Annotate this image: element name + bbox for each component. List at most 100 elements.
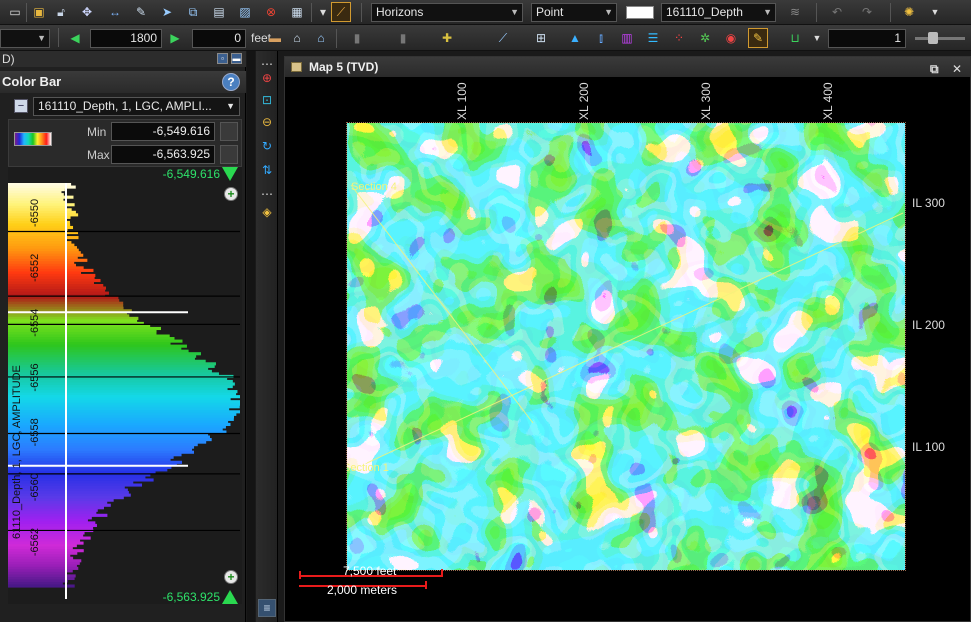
maximize-icon[interactable]: ▬ [231, 53, 242, 64]
point-select[interactable]: Point ▼ [531, 3, 617, 22]
mode-select[interactable]: ▼ [0, 29, 50, 48]
picture-icon[interactable]: ▦ [288, 3, 306, 21]
map-image[interactable] [347, 123, 906, 571]
layer-select-value: 161110_Depth [666, 5, 743, 19]
help-icon[interactable]: ? [222, 73, 240, 91]
ruler-tool-icon[interactable]: ⟋ [494, 29, 512, 47]
horizon-line-icon[interactable]: ⊔ [786, 29, 804, 47]
zoom-slider-thumb[interactable] [928, 32, 938, 44]
undo-icon[interactable]: ↶ [828, 3, 846, 21]
histogram-tick-label: -6552 [29, 254, 41, 282]
step-icon[interactable]: ⇅ [258, 161, 276, 179]
chevron-down-icon: ▼ [763, 7, 772, 17]
vertical-toolbar: ⋯ ⊕ ⊡ ⊖ ↻ ⇅ ⋯ ◈ ≡ [256, 51, 278, 622]
delete-icon[interactable]: ⊗ [262, 3, 280, 21]
collapse-panel-icon[interactable]: ≡ [258, 599, 276, 617]
toolbar-divider [336, 29, 337, 48]
add-top-icon[interactable]: + [224, 187, 238, 201]
panel-header: D) ▫ ▬ [0, 51, 246, 67]
ruler-icon[interactable]: ▬ [266, 29, 284, 47]
wheel-icon[interactable]: ✲ [696, 29, 714, 47]
triangle-icon[interactable]: ▲ [566, 29, 584, 47]
toolbar-divider [890, 3, 891, 22]
measure-icon[interactable]: ↔ [106, 3, 124, 21]
color-bar-panel: D) ▫ ▬ Color Bar ? − 161110_Depth, 1, LG… [0, 51, 246, 622]
stack-icon[interactable]: ≋ [786, 3, 804, 21]
home-zoom-icon[interactable]: ⌂ [312, 29, 330, 47]
scale-bar: 7,500 feet 2,000 meters [299, 564, 447, 601]
step-back-icon[interactable]: ◀ [66, 29, 84, 47]
pencil-icon[interactable]: ✎ [132, 3, 150, 21]
step-forward-icon[interactable]: ▶ [166, 29, 184, 47]
histogram-tick-label: -6556 [29, 363, 41, 391]
trace-input[interactable]: 1800 [90, 29, 162, 48]
histogram-tick-label: -6558 [29, 418, 41, 446]
color-bars-icon[interactable]: ▥ [618, 29, 636, 47]
secondary-toolbar: ▼ ◀ 1800 ▶ 0 feet ▬ ⌂ ⌂ ▮ ▮ ✚ ⟋ ⊞ ▲ ⫾ ▥ … [0, 25, 971, 51]
zoom-map-icon[interactable]: ▨ [236, 3, 254, 21]
histogram-tick-label: -6550 [29, 199, 41, 227]
home-icon[interactable]: ⌂ [288, 29, 306, 47]
window-icon[interactable]: ⧉ [184, 3, 202, 21]
marker-icon[interactable]: ◈ [258, 203, 276, 221]
layer-row: − 161110_Depth, 1, LGC, AMPLI... ▼ [8, 97, 242, 116]
zoom-box-icon[interactable]: ⊡ [258, 91, 276, 109]
color-swatch[interactable] [626, 6, 654, 19]
refresh-icon[interactable]: ↻ [258, 137, 276, 155]
chevron-down-icon: ▼ [37, 33, 46, 43]
bookmark-icon[interactable]: ▮ [394, 29, 412, 47]
pick-icon[interactable]: ✚ [438, 29, 456, 47]
zoom-out-icon[interactable]: ⊖ [258, 113, 276, 131]
horizon-tool-icon[interactable]: ⟋ [331, 2, 351, 22]
grid-icon[interactable]: ⊞ [532, 29, 550, 47]
color-bar-title-text: Color Bar [2, 74, 62, 89]
dots-grid-icon[interactable]: ⁘ [670, 29, 688, 47]
collapse-icon[interactable]: − [14, 99, 28, 113]
zoom-slider-track[interactable] [915, 37, 965, 40]
bookmark-icon[interactable]: ▮ [348, 29, 366, 47]
min-input[interactable]: -6,549.616 [111, 122, 215, 141]
toolbar-divider [311, 3, 312, 22]
scale-tick [425, 581, 427, 589]
dropdown-arrow-icon[interactable]: ▼ [926, 3, 944, 21]
light-icon[interactable]: ✺ [900, 3, 918, 21]
top-value: -6,549.616 [162, 167, 220, 181]
layer-select[interactable]: 161110_Depth ▼ [661, 3, 776, 22]
max-reset-button[interactable] [220, 145, 238, 164]
palette-swatch[interactable] [14, 132, 52, 146]
top-marker-icon[interactable] [222, 167, 238, 181]
print-icon[interactable]: ▤ [210, 3, 228, 21]
color-bar-layer-value: 161110_Depth, 1, LGC, AMPLI... [38, 99, 212, 113]
bars-icon[interactable]: ⫾ [592, 29, 610, 47]
lock-icon[interactable]: 🔓︎ [52, 3, 70, 21]
close-icon[interactable]: ✕ [952, 62, 962, 76]
max-input[interactable]: -6,563.925 [111, 145, 215, 164]
bottom-marker-icon[interactable] [222, 590, 238, 604]
save-icon[interactable]: ▣ [30, 3, 48, 21]
map-window-buttons: ⧉ ✕ [930, 59, 962, 79]
select-arrows-icon[interactable]: ✥ [78, 3, 96, 21]
panel-splitter[interactable] [247, 51, 255, 622]
chevron-down-icon: ▼ [510, 7, 519, 17]
zoom-in-icon[interactable]: ⊕ [258, 69, 276, 87]
redo-icon[interactable]: ↷ [858, 3, 876, 21]
page-icon[interactable]: ▭ [6, 3, 24, 21]
dropdown-arrow-icon[interactable]: ▼ [808, 29, 826, 47]
dropdown-arrow-icon[interactable]: ▾ [314, 3, 332, 21]
list-icon[interactable]: ☰ [644, 29, 662, 47]
offset-input[interactable]: 0 [192, 29, 246, 48]
il-label: IL 100 [912, 440, 945, 454]
pointer-icon[interactable]: ➤ [158, 3, 176, 21]
horizons-select[interactable]: Horizons ▼ [371, 3, 523, 22]
restore-icon[interactable]: ▫ [217, 53, 228, 64]
add-bottom-icon[interactable]: + [224, 570, 238, 584]
scale-meters-label: 2,000 meters [327, 583, 398, 597]
target-icon[interactable]: ◉ [722, 29, 740, 47]
color-bar-layer-select[interactable]: 161110_Depth, 1, LGC, AMPLI... ▼ [33, 97, 240, 116]
restore-icon[interactable]: ⧉ [930, 62, 939, 76]
attribute-icon[interactable]: ✎ [748, 28, 768, 48]
min-reset-button[interactable] [220, 122, 238, 141]
value-input[interactable]: 1 [828, 29, 906, 48]
il-label: IL 300 [912, 196, 945, 210]
map-plot[interactable]: Section 4 Section 1 [346, 122, 906, 571]
